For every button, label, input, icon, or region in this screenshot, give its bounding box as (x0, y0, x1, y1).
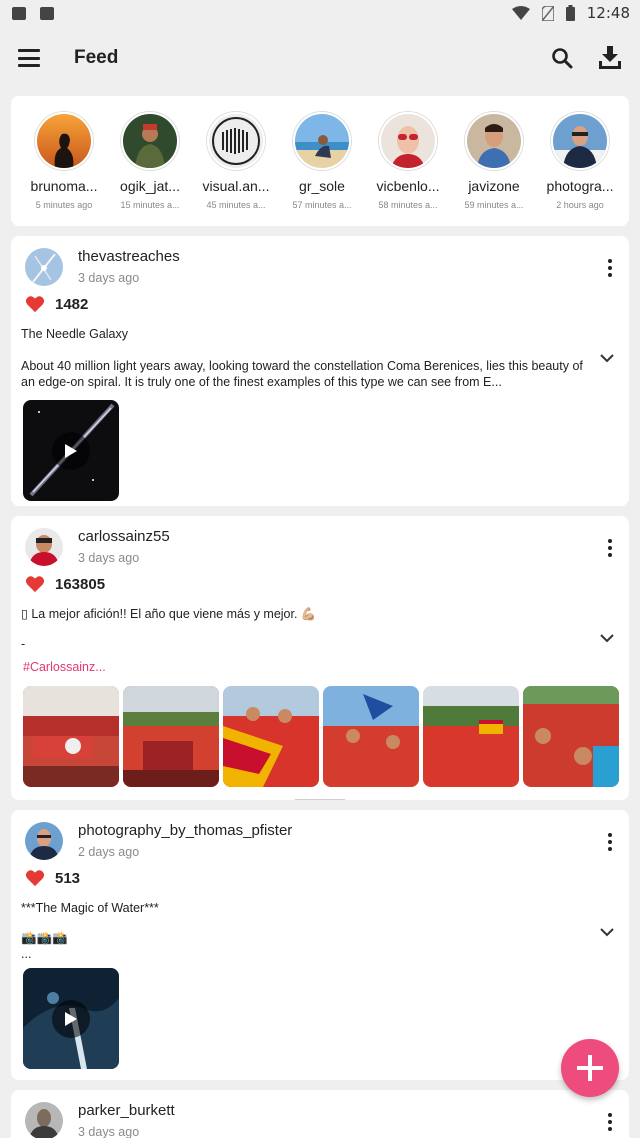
heart-icon[interactable] (25, 869, 45, 887)
chevron-down-icon[interactable] (595, 348, 619, 368)
post-title: ▯ La mejor afición!! El año que viene má… (21, 607, 317, 621)
post-username[interactable]: carlossainz55 (78, 528, 170, 545)
chevron-down-icon[interactable] (595, 628, 619, 648)
more-options-icon[interactable] (603, 256, 617, 280)
wifi-icon (511, 6, 530, 20)
post-description: About 40 million light years away, looki… (21, 359, 583, 389)
story-username: ogik_jat... (120, 178, 180, 194)
story-time: 2 hours ago (556, 200, 604, 210)
battery-icon (565, 5, 575, 21)
post-time: 3 days ago (78, 551, 140, 565)
story-username: javizone (468, 178, 520, 194)
post-username[interactable]: parker_burkett (78, 1102, 175, 1119)
post-title: ***The Magic of Water*** (21, 901, 159, 915)
story-time: 15 minutes a... (120, 200, 180, 210)
story-avatar (121, 112, 179, 170)
story-time: 57 minutes a... (292, 200, 352, 210)
story-username: photogra... (546, 178, 614, 194)
media-thumbnail[interactable] (423, 686, 519, 787)
story-avatar (293, 112, 351, 170)
app-notification-icon (40, 6, 54, 20)
no-sim-icon (541, 5, 554, 21)
post-time: 3 days ago (78, 1125, 140, 1138)
media-thumbnail[interactable] (23, 968, 119, 1069)
post-card: parker_burkett 3 days ago (11, 1090, 629, 1138)
post-username[interactable]: thevastreaches (78, 248, 180, 265)
carousel-indicator (294, 799, 346, 800)
avatar[interactable] (25, 822, 63, 860)
hashtag-link[interactable]: #Carlossainz... (11, 660, 629, 674)
media-thumbnail[interactable] (23, 400, 119, 501)
likes-count: 513 (55, 869, 81, 887)
download-icon[interactable] (598, 46, 622, 70)
post-time: 2 days ago (78, 845, 140, 859)
avatar[interactable] (25, 528, 63, 566)
post-card: photography_by_thomas_pfister 2 days ago… (11, 810, 629, 1080)
play-icon[interactable] (52, 1000, 90, 1038)
media-thumbnail[interactable] (523, 686, 619, 787)
post-description: - (21, 637, 26, 651)
more-options-icon[interactable] (603, 830, 617, 854)
story-item[interactable]: visual.an... 45 minutes a... (193, 112, 279, 210)
story-username: brunoma... (30, 178, 98, 194)
avatar[interactable] (25, 248, 63, 286)
story-item[interactable]: gr_sole 57 minutes a... (279, 112, 365, 210)
media-thumbnail[interactable] (323, 686, 419, 787)
chevron-down-icon[interactable] (595, 922, 619, 942)
story-time: 5 minutes ago (35, 200, 93, 210)
story-time: 58 minutes a... (378, 200, 438, 210)
add-post-button[interactable] (561, 1039, 619, 1097)
menu-icon[interactable] (18, 49, 40, 67)
story-username: vicbenlo... (376, 178, 440, 194)
story-time: 45 minutes a... (206, 200, 266, 210)
play-icon[interactable] (52, 432, 90, 470)
image-notification-icon (12, 6, 26, 20)
media-thumbnail[interactable] (223, 686, 319, 787)
story-item[interactable]: brunoma... 5 minutes ago (21, 112, 107, 210)
story-item[interactable]: ogik_jat... 15 minutes a... (107, 112, 193, 210)
more-options-icon[interactable] (603, 1110, 617, 1134)
story-avatar (379, 112, 437, 170)
media-thumbnail[interactable] (123, 686, 219, 787)
more-options-icon[interactable] (603, 536, 617, 560)
story-avatar (35, 112, 93, 170)
post-card: carlossainz55 3 days ago 163805 ▯ La mej… (11, 516, 629, 800)
app-bar: Feed (0, 26, 640, 90)
status-bar: 12:48 (0, 0, 640, 26)
plus-icon (577, 1055, 603, 1081)
avatar[interactable] (25, 1102, 63, 1138)
status-time: 12:48 (586, 4, 630, 22)
story-item[interactable]: photogra... 2 hours ago (537, 112, 623, 210)
likes-count: 163805 (55, 575, 106, 593)
story-avatar (551, 112, 609, 170)
story-username: gr_sole (299, 178, 345, 194)
search-icon[interactable] (550, 46, 574, 70)
story-time: 59 minutes a... (464, 200, 524, 210)
likes-count: 1482 (55, 295, 89, 313)
story-avatar (465, 112, 523, 170)
post-card: thevastreaches 3 days ago 1482 The Needl… (11, 236, 629, 506)
media-thumbnail[interactable] (23, 686, 119, 787)
story-username: visual.an... (202, 178, 270, 194)
post-description: 📸📸📸 ... (21, 931, 68, 961)
post-username[interactable]: photography_by_thomas_pfister (78, 822, 292, 839)
story-item[interactable]: vicbenlo... 58 minutes a... (365, 112, 451, 210)
heart-icon[interactable] (25, 295, 45, 313)
heart-icon[interactable] (25, 575, 45, 593)
stories-bar: brunoma... 5 minutes ago ogik_jat... 15 … (11, 96, 629, 226)
story-item[interactable]: javizone 59 minutes a... (451, 112, 537, 210)
page-title: Feed (74, 47, 119, 68)
post-time: 3 days ago (78, 271, 140, 285)
story-avatar (207, 112, 265, 170)
post-title: The Needle Galaxy (21, 327, 129, 341)
